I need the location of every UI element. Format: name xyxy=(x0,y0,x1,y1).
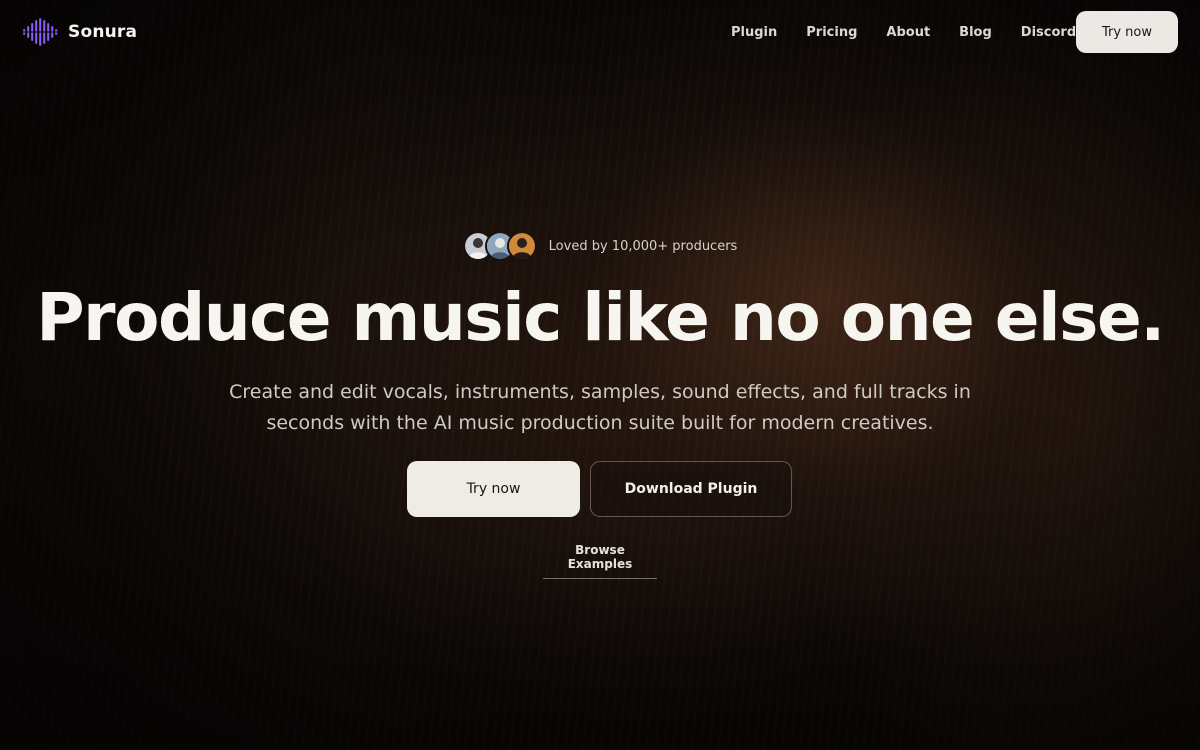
waveform-logo-icon xyxy=(22,18,58,46)
nav-try-now-button[interactable]: Try now xyxy=(1076,11,1178,53)
social-proof: Loved by 10,000+ producers xyxy=(0,231,1200,261)
nav-link-about[interactable]: About xyxy=(886,24,930,42)
landing-page: Sonura Plugin Pricing About Blog Discord… xyxy=(0,0,1200,750)
brand-name: Sonura xyxy=(68,22,138,42)
background-hair-texture xyxy=(0,0,1200,750)
nav-link-pricing[interactable]: Pricing xyxy=(806,24,857,42)
hero-try-now-button[interactable]: Try now xyxy=(407,461,580,517)
nav-link-discord[interactable]: Discord xyxy=(1021,24,1076,42)
nav-link-blog[interactable]: Blog xyxy=(959,24,992,42)
brand[interactable]: Sonura xyxy=(22,18,137,46)
background-vignette xyxy=(0,0,1200,750)
nav-links: Plugin Pricing About Blog Discord xyxy=(731,24,1105,42)
social-proof-text: Loved by 10,000+ producers xyxy=(548,238,738,254)
avatar xyxy=(506,231,537,261)
top-navigation: Sonura Plugin Pricing About Blog Discord… xyxy=(0,0,1200,64)
download-plugin-button[interactable]: Download Plugin xyxy=(590,461,792,517)
browse-examples-link[interactable]: Browse Examples xyxy=(543,543,657,579)
hero-headline: Produce music like no one else. xyxy=(36,279,1165,356)
nav-link-plugin[interactable]: Plugin xyxy=(731,24,777,42)
avatar-group xyxy=(462,231,537,261)
hero-subheadline: Create and edit vocals, instruments, sam… xyxy=(229,381,971,434)
